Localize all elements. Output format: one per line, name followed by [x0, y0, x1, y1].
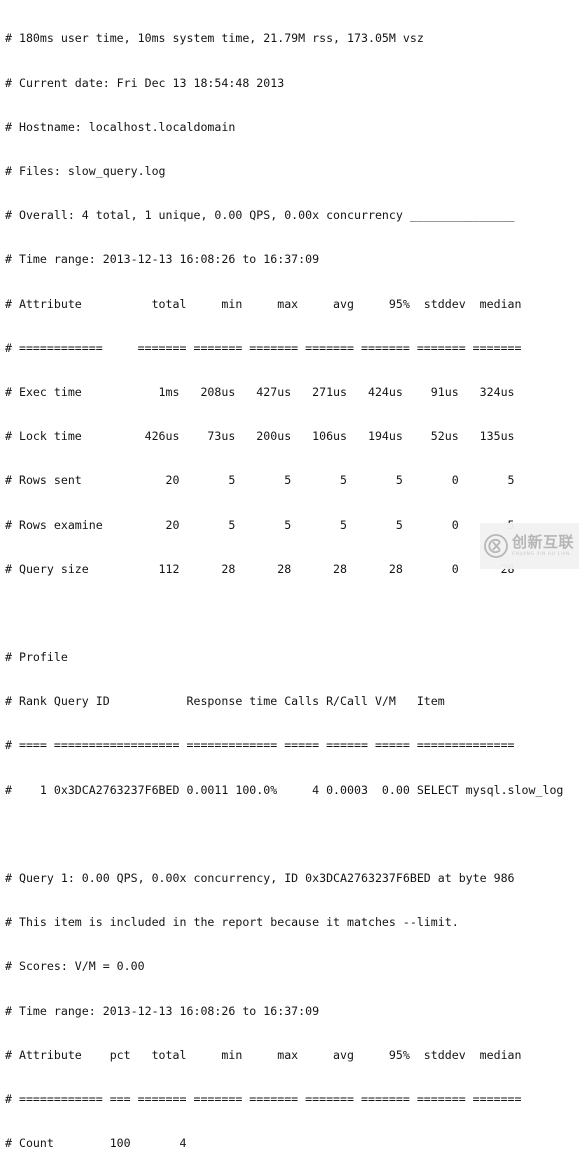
watermark-text: 创新互联 CHUANG XIN HU LIAN: [512, 535, 574, 556]
table-row: # Rows sent 20 5 5 5 5 0 5: [5, 473, 515, 488]
watermark-en-text: CHUANG XIN HU LIAN: [512, 551, 570, 557]
query-scores-line: # Scores: V/M = 0.00: [5, 959, 145, 974]
table-row: # 1 0x3DCA2763237F6BED 0.0011 100.0% 4 0…: [5, 782, 564, 797]
query-table-header: # Attribute pct total min max avg 95% st…: [5, 1047, 522, 1062]
profile-table-divider: # ==== ================== ============= …: [5, 738, 515, 753]
terminal-output: # 180ms user time, 10ms system time, 21.…: [5, 2, 579, 1154]
table-row: # Lock time 426us 73us 200us 106us 194us…: [5, 429, 515, 444]
watermark: 创新互联 CHUANG XIN HU LIAN: [480, 523, 579, 569]
files-line: # Files: slow_query.log: [5, 164, 166, 179]
table-row: # Count 100 4: [5, 1136, 187, 1151]
overall-line: # Overall: 4 total, 1 unique, 0.00 QPS, …: [5, 208, 515, 223]
query-included-line: # This item is included in the report be…: [5, 915, 459, 930]
current-date-line: # Current date: Fri Dec 13 18:54:48 2013: [5, 75, 285, 90]
watermark-logo-icon: [483, 533, 509, 559]
query-time-range-line: # Time range: 2013-12-13 16:08:26 to 16:…: [5, 1003, 320, 1018]
query-summary-line: # Query 1: 0.00 QPS, 0.00x concurrency, …: [5, 871, 515, 886]
resource-usage-line: # 180ms user time, 10ms system time, 21.…: [5, 31, 424, 46]
watermark-cn-text: 创新互联: [512, 533, 575, 552]
hostname-line: # Hostname: localhost.localdomain: [5, 119, 236, 134]
overall-table-header: # Attribute total min max avg 95% stddev…: [5, 296, 522, 311]
time-range-line: # Time range: 2013-12-13 16:08:26 to 16:…: [5, 252, 320, 267]
table-row: # Exec time 1ms 208us 427us 271us 424us …: [5, 384, 515, 399]
profile-table-header: # Rank Query ID Response time Calls R/Ca…: [5, 694, 445, 709]
overall-table-divider: # ============ ======= ======= ======= =…: [5, 340, 522, 355]
query-table-divider: # ============ === ======= ======= =====…: [5, 1091, 522, 1106]
profile-title: # Profile: [5, 650, 68, 665]
